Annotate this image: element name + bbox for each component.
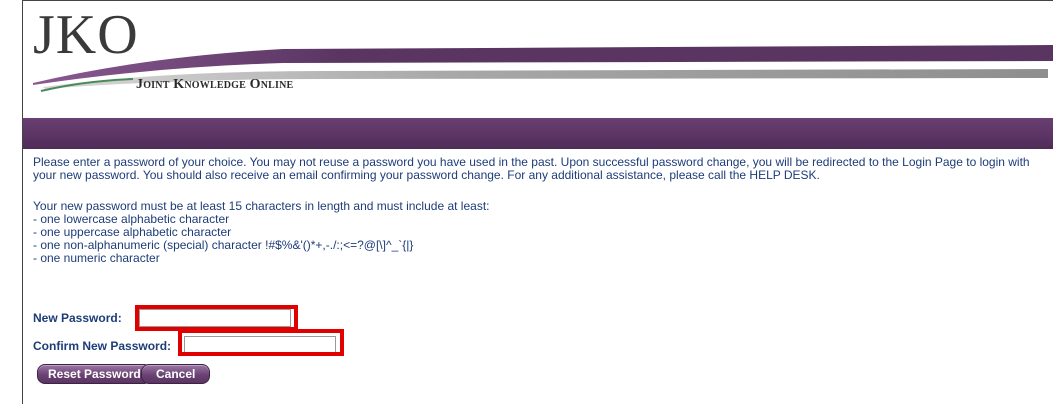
confirm-password-label: Confirm New Password: xyxy=(33,338,172,353)
password-requirements: Your new password must be at least 15 ch… xyxy=(33,200,1048,265)
requirement-item: - one numeric character xyxy=(33,251,160,265)
new-password-input[interactable] xyxy=(139,309,291,327)
header-banner xyxy=(23,118,1053,149)
new-password-label: New Password: xyxy=(33,310,122,325)
instructions: Please enter a password of your choice. … xyxy=(33,156,1048,265)
confirm-password-input[interactable] xyxy=(184,336,336,354)
new-password-row: New Password: xyxy=(33,309,122,329)
logo-jko: JKO xyxy=(33,4,139,66)
page-frame: JKO Joint Knowledge Online Please enter … xyxy=(22,0,1053,404)
confirm-password-row: Confirm New Password: xyxy=(33,337,171,357)
reset-password-button[interactable]: Reset Password xyxy=(37,364,152,384)
requirement-item: - one non-alphanumeric (special) charact… xyxy=(33,238,414,252)
site-header: JKO Joint Knowledge Online xyxy=(23,1,1053,119)
intro-text: Please enter a password of your choice. … xyxy=(33,155,1030,182)
cancel-button[interactable]: Cancel xyxy=(141,364,211,384)
logo-swoosh-icon xyxy=(33,45,1053,92)
logo-subtitle: Joint Knowledge Online xyxy=(136,77,294,92)
